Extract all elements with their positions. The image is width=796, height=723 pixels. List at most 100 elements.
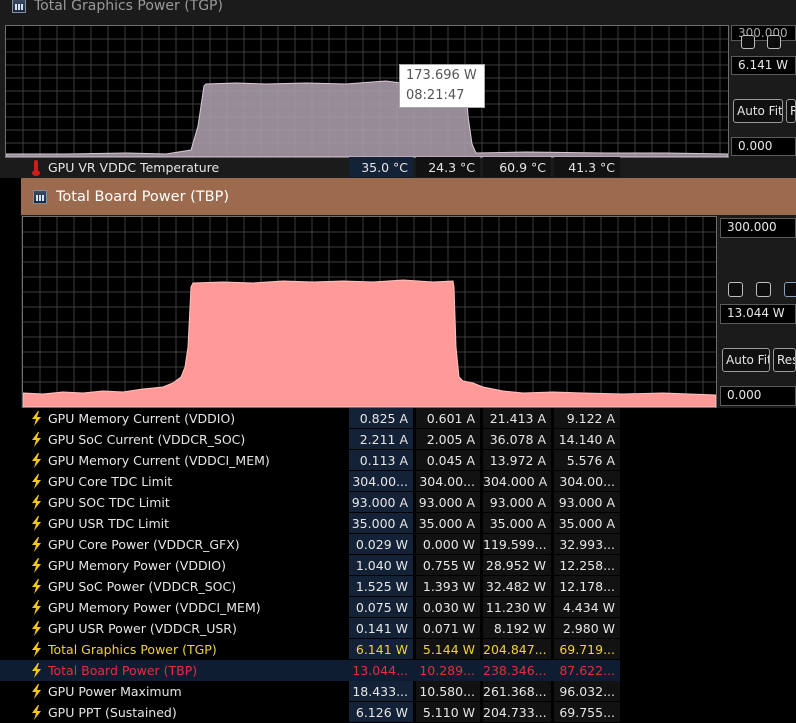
lightning-icon: [32, 579, 41, 594]
lightning-icon: [32, 516, 41, 531]
sensor-graph-icon: [12, 0, 26, 13]
sensor-max: 204.733...: [483, 702, 551, 722]
lightning-icon: [32, 474, 41, 489]
sensor-row-tgp[interactable]: Total Graphics Power (TGP) 6.141 W 5.144…: [0, 639, 620, 660]
sensor-min: 93.000 A: [416, 492, 480, 512]
sensor-current: 304.00...: [349, 471, 413, 491]
sensor-min: 0.071 W: [416, 618, 480, 638]
sensor-min: 304.00...: [416, 471, 480, 491]
sensor-current: 2.211 A: [349, 429, 413, 449]
tgp-plot-area[interactable]: [5, 25, 729, 158]
tbp-title-bar[interactable]: Total Board Power (TBP): [21, 178, 796, 215]
tbp-min-value[interactable]: 0.000: [720, 386, 796, 406]
tgp-side-panel: 300.000 6.141 W Auto Fit Reset 0.000: [729, 25, 796, 158]
sensor-row[interactable]: GPU USR Power (VDDCR_USR) 0.141 W 0.071 …: [0, 618, 620, 639]
lightning-icon: [32, 684, 41, 699]
tgp-current-value[interactable]: 6.141 W: [731, 56, 796, 75]
sensor-row-tbp-selected[interactable]: Total Board Power (TBP) 13.044... 10.289…: [0, 660, 620, 681]
sensor-max: 13.972 A: [483, 450, 551, 470]
lightning-icon: [32, 453, 41, 468]
sensor-max: 35.000 A: [483, 513, 551, 533]
sensor-max: 28.952 W: [483, 555, 551, 575]
sensor-row[interactable]: GPU Power Maximum 18.433... 10.580... 26…: [0, 681, 620, 702]
tgp-min-value[interactable]: 0.000: [731, 137, 796, 156]
sensor-row[interactable]: GPU Core TDC Limit 304.00... 304.00... 3…: [0, 471, 620, 492]
sensor-row[interactable]: GPU USR TDC Limit 35.000 A 35.000 A 35.0…: [0, 513, 620, 534]
sensor-row[interactable]: GPU SoC Power (VDDCR_SOC) 1.525 W 1.393 …: [0, 576, 620, 597]
tgp-series-area: [6, 80, 728, 157]
sensor-avg: 9.122 A: [554, 408, 620, 428]
sensor-row[interactable]: GPU Memory Power (VDDCI_MEM) 0.075 W 0.0…: [0, 597, 620, 618]
sensor-avg: 69.755...: [554, 702, 620, 722]
tbp-plot-area[interactable]: [22, 216, 717, 408]
sensor-label: GPU SOC TDC Limit: [48, 495, 170, 510]
sensor-min: 0.030 W: [416, 597, 480, 617]
sensor-avg: 96.032...: [554, 681, 620, 701]
lightning-icon: [32, 600, 41, 615]
sensor-current: 1.525 W: [349, 576, 413, 596]
tgp-auto-fit-button[interactable]: Auto Fit: [733, 99, 783, 123]
sensor-max: 32.482 W: [483, 576, 551, 596]
sensor-max: 119.599...: [483, 534, 551, 554]
tgp-reset-button[interactable]: Reset: [786, 99, 796, 123]
sensor-label: GPU VR VDDC Temperature: [48, 160, 220, 175]
sensor-current: 35.0 °C: [349, 157, 413, 177]
sensor-min: 2.005 A: [416, 429, 480, 449]
sensor-label: GPU Core Power (VDDCR_GFX): [48, 537, 240, 552]
sensor-avg: 2.980 W: [554, 618, 620, 638]
sensor-label: GPU USR Power (VDDCR_USR): [48, 621, 237, 636]
sensor-label: GPU SoC Power (VDDCR_SOC): [48, 579, 237, 594]
sensor-label: Total Graphics Power (TGP): [48, 642, 217, 657]
sensor-row[interactable]: GPU Memory Power (VDDIO) 1.040 W 0.755 W…: [0, 555, 620, 576]
sensor-row[interactable]: GPU Memory Current (VDDIO) 0.825 A 0.601…: [0, 408, 620, 429]
tgp-checkbox-1[interactable]: [741, 35, 755, 49]
sensor-current: 1.040 W: [349, 555, 413, 575]
sensor-row-vr-vddc-temp[interactable]: GPU VR VDDC Temperature 35.0 °C 24.3 °C …: [0, 157, 620, 178]
tooltip-value: 173.696 W: [406, 68, 477, 83]
sensor-label: GPU Power Maximum: [48, 684, 182, 699]
graph-tooltip: 173.696 W 08:21:47: [399, 64, 485, 108]
tbp-checkbox-2[interactable]: [756, 282, 771, 297]
sensor-avg: 93.000 A: [554, 492, 620, 512]
tbp-side-panel: 300.000 13.044 W Auto Fit Reset 0.000: [718, 216, 796, 408]
tbp-graph-window: Total Board Power (TBP) 300.000 13.044 W…: [21, 178, 796, 408]
tgp-checkbox-2[interactable]: [767, 35, 781, 49]
sensor-avg: 35.000 A: [554, 513, 620, 533]
sensor-graph-icon: [33, 189, 47, 204]
sensor-min: 0.045 A: [416, 450, 480, 470]
sensor-row[interactable]: GPU SoC Current (VDDCR_SOC) 2.211 A 2.00…: [0, 429, 620, 450]
lightning-icon: [32, 411, 41, 426]
tbp-title: Total Board Power (TBP): [56, 188, 230, 205]
tbp-reset-button[interactable]: Reset: [773, 348, 796, 372]
sensor-current: 35.000 A: [349, 513, 413, 533]
sensor-min: 1.393 W: [416, 576, 480, 596]
lightning-icon: [32, 537, 41, 552]
sensor-avg: 14.140 A: [554, 429, 620, 449]
sensor-avg: 87.622...: [559, 663, 615, 678]
tbp-auto-fit-button[interactable]: Auto Fit: [722, 348, 770, 372]
sensor-max: 11.230 W: [483, 597, 551, 617]
tooltip-time: 08:21:47: [406, 88, 465, 103]
sensor-max: 261.368...: [483, 681, 551, 701]
sensor-current: 93.000 A: [349, 492, 413, 512]
sensor-current: 18.433...: [349, 681, 413, 701]
lightning-icon: [32, 495, 41, 510]
sensor-avg: 12.178...: [554, 576, 620, 596]
sensor-row[interactable]: GPU Core Power (VDDCR_GFX) 0.029 W 0.000…: [0, 534, 620, 555]
sensor-label: GPU Memory Power (VDDCI_MEM): [48, 600, 261, 615]
sensor-min: 0.601 A: [416, 408, 480, 428]
tbp-checkbox-3[interactable]: [784, 282, 796, 297]
tbp-current-value[interactable]: 13.044 W: [720, 304, 796, 324]
sensor-max: 204.847...: [483, 639, 551, 659]
sensor-max: 304.000 A: [483, 471, 551, 491]
sensor-row[interactable]: GPU Memory Current (VDDCI_MEM) 0.113 A 0…: [0, 450, 620, 471]
sensor-avg: 41.3 °C: [554, 157, 620, 177]
tbp-checkbox-1[interactable]: [728, 282, 743, 297]
sensor-current: 0.113 A: [349, 450, 413, 470]
sensor-label: GPU SoC Current (VDDCR_SOC): [48, 432, 246, 447]
sensor-row[interactable]: GPU SOC TDC Limit 93.000 A 93.000 A 93.0…: [0, 492, 620, 513]
tbp-max-value[interactable]: 300.000: [720, 218, 796, 238]
lightning-icon: [32, 705, 41, 720]
tgp-title-bar[interactable]: Total Graphics Power (TGP): [12, 0, 223, 16]
sensor-label: GPU Memory Power (VDDIO): [48, 558, 227, 573]
